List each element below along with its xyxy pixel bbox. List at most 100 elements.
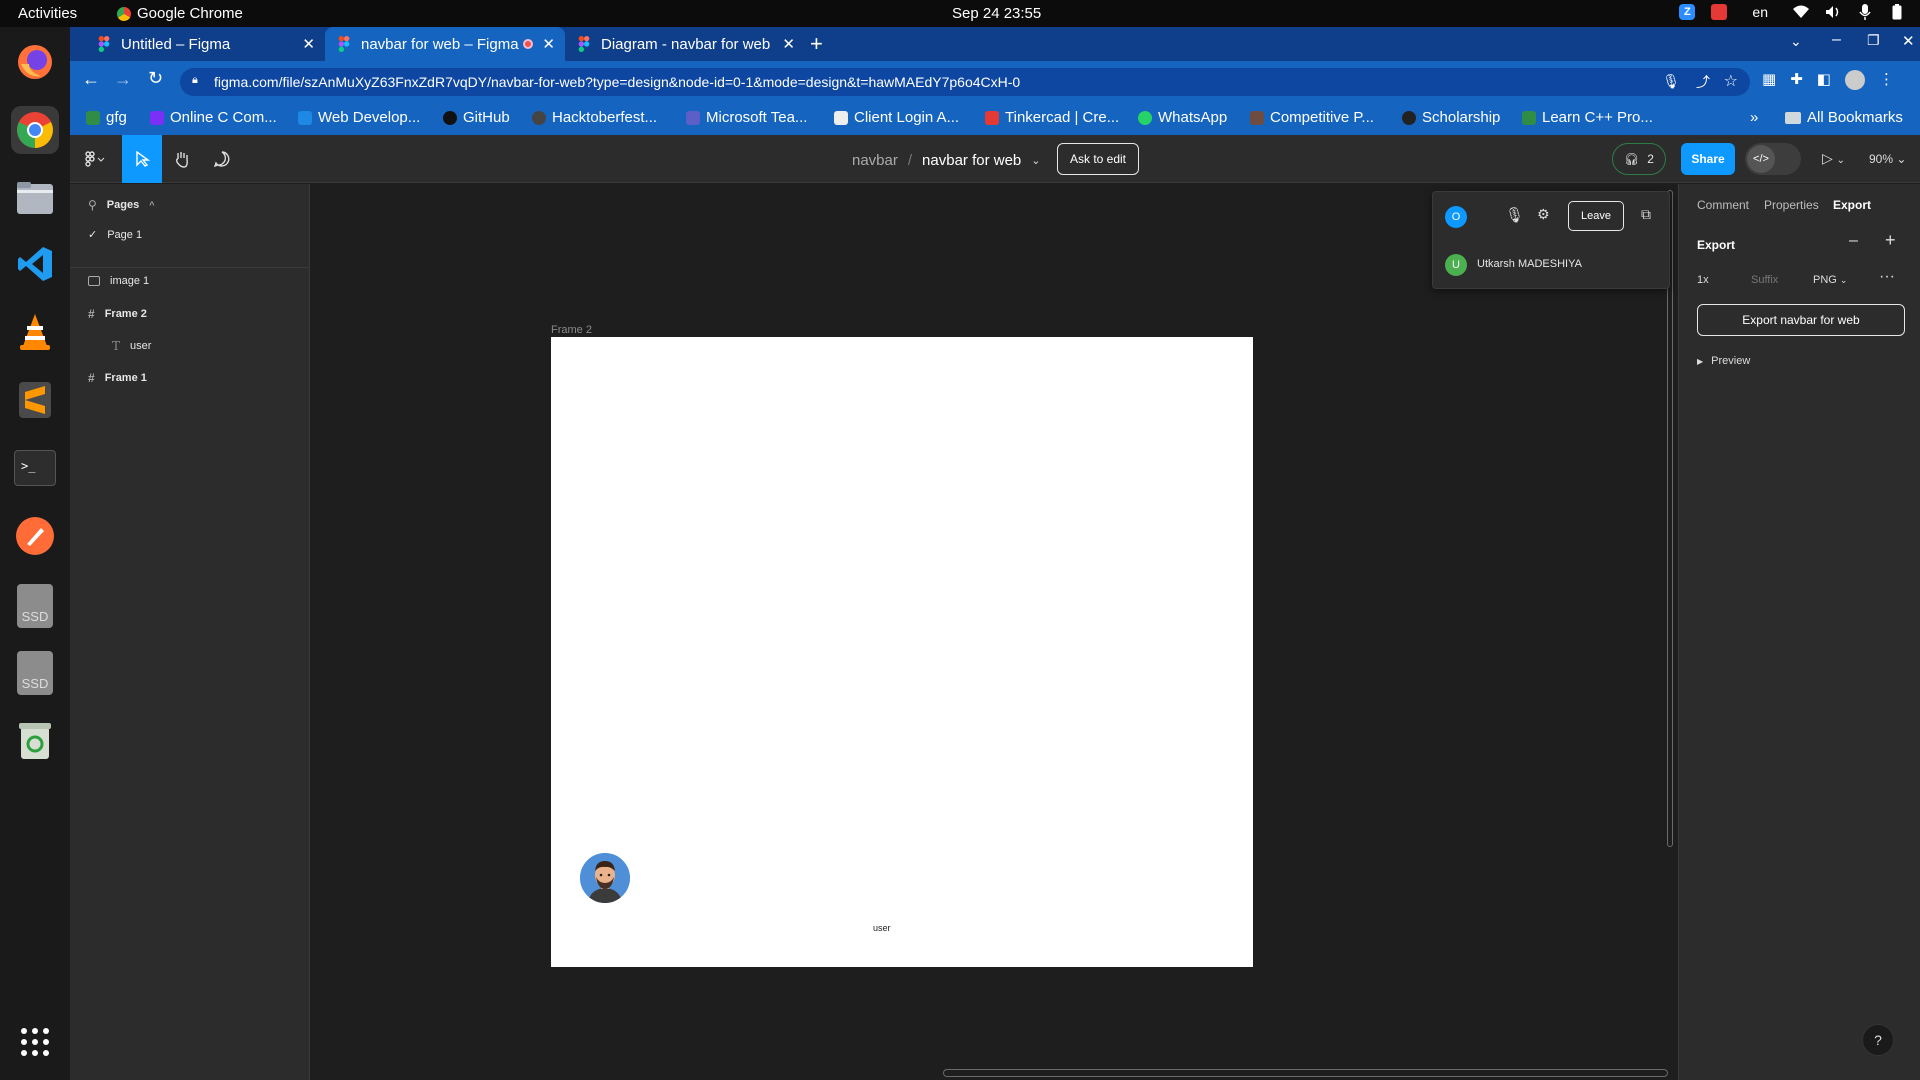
- hand-tool[interactable]: [162, 135, 202, 183]
- close-icon[interactable]: ✕: [302, 35, 315, 53]
- qr-code-icon[interactable]: ▦: [1762, 70, 1776, 90]
- present-button[interactable]: ▷ ⌄: [1822, 150, 1845, 167]
- system-tray[interactable]: Z en: [1678, 3, 1906, 21]
- active-app-menu[interactable]: Google Chrome: [117, 5, 243, 22]
- avatar-image[interactable]: [580, 853, 630, 903]
- layer-frame-2[interactable]: # Frame 2: [88, 307, 147, 321]
- close-icon[interactable]: ✕: [542, 35, 555, 53]
- lock-icon[interactable]: 🔒︎: [192, 74, 198, 87]
- bookmark-tinkercad[interactable]: Tinkercad | Cre...: [985, 109, 1119, 126]
- browser-menu-icon[interactable]: ⋮: [1879, 70, 1894, 90]
- leave-huddle-button[interactable]: Leave: [1568, 201, 1624, 231]
- bookmark-teams[interactable]: Microsoft Tea...: [686, 109, 807, 126]
- share-button[interactable]: Share: [1681, 143, 1735, 175]
- tab-navbar-for-web[interactable]: navbar for web – Figma ✕: [325, 27, 565, 61]
- bookmark-learn-cpp[interactable]: Learn C++ Pro...: [1522, 109, 1653, 126]
- chevron-down-icon[interactable]: ⌄: [1031, 154, 1040, 169]
- firefox-icon[interactable]: [11, 38, 59, 86]
- preview-toggle[interactable]: ▶ Preview: [1697, 355, 1750, 367]
- files-icon[interactable]: [11, 174, 59, 222]
- forward-icon[interactable]: →: [114, 69, 132, 90]
- tab-export[interactable]: Export: [1833, 198, 1871, 212]
- tab-properties[interactable]: Properties: [1764, 198, 1819, 212]
- minimize-icon[interactable]: –: [1832, 31, 1841, 49]
- sublime-icon[interactable]: [11, 376, 59, 424]
- more-bookmarks-button[interactable]: »: [1750, 109, 1758, 126]
- extensions-icon[interactable]: ✚: [1790, 70, 1803, 90]
- export-suffix-input[interactable]: Suffix: [1751, 274, 1778, 286]
- terminal-icon[interactable]: >_: [11, 444, 59, 492]
- zoom-app-icon[interactable]: Z: [1678, 3, 1696, 21]
- move-tool[interactable]: [122, 135, 162, 183]
- bookmark-hacktoberfest[interactable]: Hacktoberfest...: [532, 109, 657, 126]
- bookmark-github[interactable]: GitHub: [443, 109, 510, 126]
- microphone-icon[interactable]: 🎙︎: [1505, 206, 1524, 224]
- bookmark-whatsapp[interactable]: WhatsApp: [1138, 109, 1227, 126]
- ask-to-edit-button[interactable]: Ask to edit: [1057, 143, 1139, 175]
- window-close-icon[interactable]: ✕: [1902, 32, 1915, 50]
- clock[interactable]: Sep 24 23:55: [952, 5, 1041, 22]
- vscode-icon[interactable]: [11, 240, 59, 288]
- ssd-drive-icon[interactable]: SSD: [11, 649, 59, 697]
- bookmark-star-icon[interactable]: ☆: [1724, 71, 1738, 91]
- search-icon[interactable]: ⚲: [88, 198, 97, 212]
- self-avatar[interactable]: O: [1445, 206, 1467, 228]
- trash-icon[interactable]: [11, 717, 59, 765]
- frame-2[interactable]: [551, 337, 1253, 967]
- bookmark-competitive[interactable]: Competitive P...: [1250, 109, 1374, 126]
- tab-search-icon[interactable]: ⌄: [1790, 33, 1802, 50]
- user-text-layer[interactable]: user: [873, 923, 891, 933]
- tab-comment[interactable]: Comment: [1697, 198, 1749, 212]
- volume-icon[interactable]: [1824, 3, 1842, 21]
- more-options-icon[interactable]: ···: [1879, 268, 1895, 286]
- share-icon[interactable]: ⤴: [1696, 72, 1710, 92]
- pop-out-icon[interactable]: ⧉: [1641, 206, 1651, 223]
- pages-header[interactable]: ⚲ Pages ^: [88, 198, 154, 212]
- microphone-icon[interactable]: [1856, 3, 1874, 21]
- bookmark-gfg[interactable]: gfg: [86, 109, 127, 126]
- project-name[interactable]: navbar: [852, 152, 898, 169]
- comment-tool[interactable]: [202, 135, 242, 183]
- wifi-icon[interactable]: [1792, 3, 1810, 21]
- new-tab-icon[interactable]: +: [810, 31, 823, 57]
- language-indicator[interactable]: en: [1752, 4, 1768, 20]
- bookmark-scholarship[interactable]: Scholarship: [1402, 109, 1500, 126]
- bookmark-online-c[interactable]: Online C Com...: [150, 109, 277, 126]
- export-scale[interactable]: 1x: [1697, 274, 1709, 286]
- postman-icon[interactable]: [11, 512, 59, 560]
- audio-settings-icon[interactable]: ⚙︎: [1537, 206, 1550, 223]
- vlc-icon[interactable]: [11, 308, 59, 356]
- page-item-page-1[interactable]: ✓ Page 1: [88, 228, 142, 242]
- activities-button[interactable]: Activities: [18, 5, 77, 22]
- address-bar[interactable]: 🔒︎ figma.com/file/szAnMuXyZ63FnxZdR7vqDY…: [180, 68, 1750, 96]
- main-menu-button[interactable]: [70, 135, 120, 183]
- export-button[interactable]: Export navbar for web: [1697, 304, 1905, 336]
- app-grid-icon[interactable]: [11, 1018, 59, 1066]
- frame-label[interactable]: Frame 2: [551, 324, 592, 336]
- tab-untitled-figma[interactable]: Untitled – Figma ✕: [85, 27, 325, 61]
- help-button[interactable]: ?: [1862, 1024, 1894, 1056]
- close-icon[interactable]: ✕: [782, 35, 795, 53]
- export-format-select[interactable]: PNG ⌄: [1813, 274, 1847, 286]
- bookmark-client-login[interactable]: Client Login A...: [834, 109, 959, 126]
- layer-user-text[interactable]: T user: [112, 339, 151, 353]
- tab-diagram[interactable]: Diagram - navbar for web ✕: [565, 27, 805, 61]
- back-icon[interactable]: ←: [82, 69, 100, 90]
- vertical-scrollbar[interactable]: [1667, 190, 1673, 847]
- voice-search-icon[interactable]: 🎙︎: [1662, 73, 1680, 90]
- reload-icon[interactable]: ↻: [148, 68, 163, 89]
- bookmark-web-dev[interactable]: Web Develop...: [298, 109, 420, 126]
- layer-frame-1[interactable]: # Frame 1: [88, 371, 147, 385]
- side-panel-icon[interactable]: ◧: [1817, 70, 1831, 90]
- file-name[interactable]: navbar for web: [922, 152, 1021, 169]
- horizontal-scrollbar[interactable]: [943, 1069, 1668, 1077]
- maximize-icon[interactable]: ❐: [1867, 32, 1880, 49]
- remove-export-icon[interactable]: –: [1849, 232, 1858, 250]
- zoom-menu[interactable]: 90% ⌄: [1869, 152, 1906, 166]
- ssd-drive-icon[interactable]: SSD: [11, 582, 59, 630]
- battery-icon[interactable]: [1888, 3, 1906, 21]
- profile-avatar[interactable]: [1844, 70, 1865, 90]
- add-export-icon[interactable]: +: [1885, 230, 1896, 251]
- anydesk-icon[interactable]: [1710, 3, 1728, 21]
- huddle-button[interactable]: 🎧︎ 2: [1612, 143, 1666, 175]
